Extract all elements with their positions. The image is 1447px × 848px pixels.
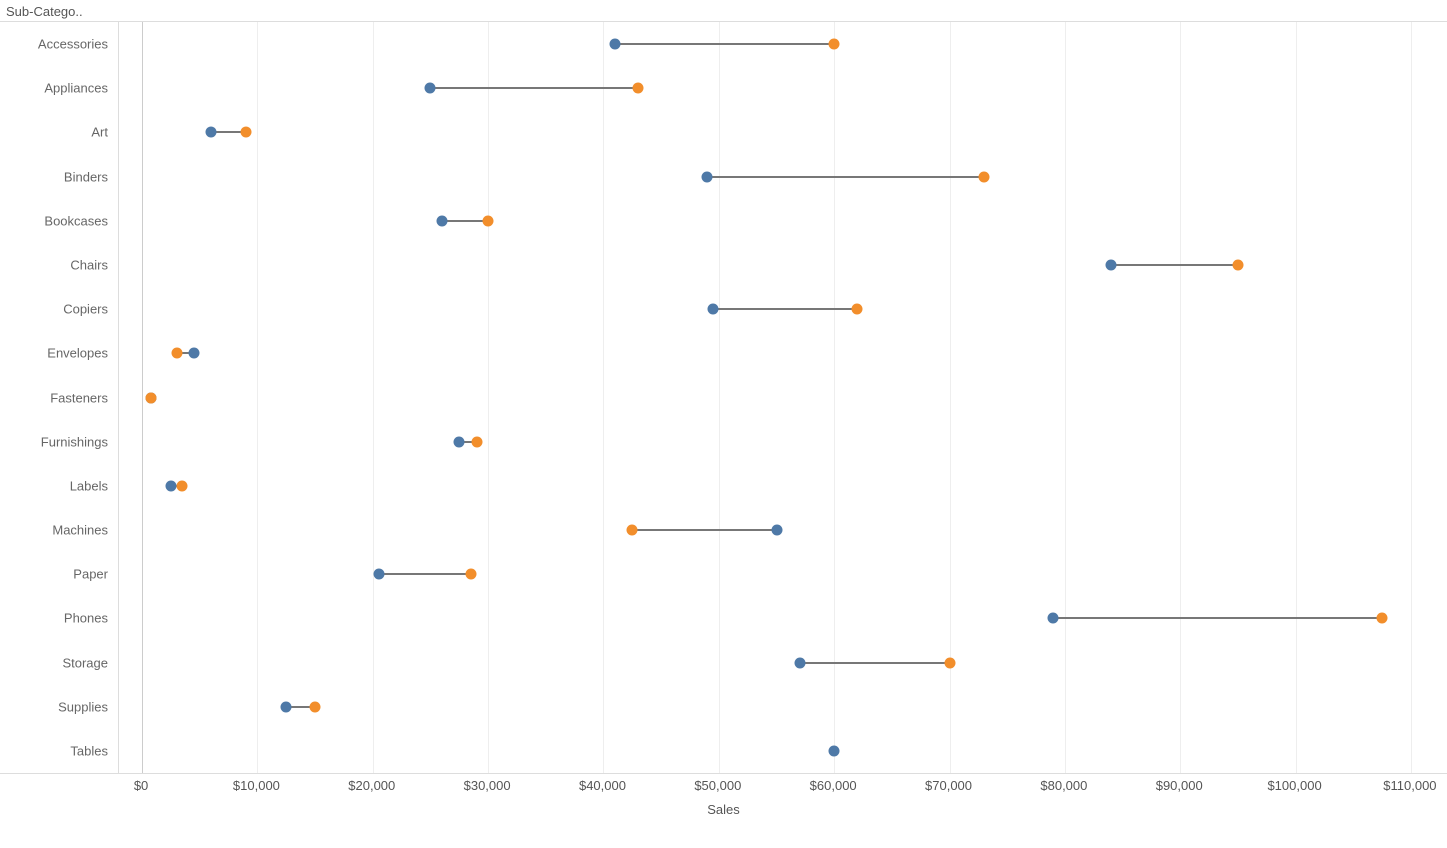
row-label: Paper — [0, 567, 118, 582]
row-label: Appliances — [0, 81, 118, 96]
row-label: Art — [0, 125, 118, 140]
x-tick-label: $100,000 — [1255, 778, 1335, 793]
blue-dot — [829, 745, 840, 756]
connector — [1053, 617, 1382, 619]
gridline — [719, 22, 720, 773]
x-tick-label: $110,000 — [1370, 778, 1447, 793]
orange-dot — [483, 215, 494, 226]
blue-dot — [708, 304, 719, 315]
gridline — [142, 22, 143, 773]
orange-dot — [240, 127, 251, 138]
blue-dot — [436, 215, 447, 226]
row-label: Phones — [0, 611, 118, 626]
row-label: Machines — [0, 523, 118, 538]
orange-dot — [1377, 613, 1388, 624]
chart-root: Sub-Catego.. Sales $0 $10,000 $20,000 $30,0… — [0, 0, 1447, 848]
row-label: Accessories — [0, 37, 118, 52]
orange-dot — [852, 304, 863, 315]
row-label: Binders — [0, 169, 118, 184]
orange-dot — [146, 392, 157, 403]
x-axis-title: Sales — [0, 802, 1447, 817]
gridline — [1065, 22, 1066, 773]
blue-dot — [188, 348, 199, 359]
row-label: Envelopes — [0, 346, 118, 361]
x-tick-label: $10,000 — [216, 778, 296, 793]
blue-dot — [281, 701, 292, 712]
row-label: Chairs — [0, 257, 118, 272]
x-tick-label: $90,000 — [1139, 778, 1219, 793]
row-label: Tables — [0, 743, 118, 758]
row-label: Fasteners — [0, 390, 118, 405]
gridline — [603, 22, 604, 773]
blue-dot — [165, 480, 176, 491]
row-label: Copiers — [0, 302, 118, 317]
blue-dot — [1048, 613, 1059, 624]
row-label: Supplies — [0, 699, 118, 714]
connector — [430, 87, 638, 89]
orange-dot — [633, 83, 644, 94]
gridline — [1180, 22, 1181, 773]
blue-dot — [373, 569, 384, 580]
orange-dot — [627, 525, 638, 536]
bottom-rule — [0, 773, 1447, 774]
orange-dot — [829, 39, 840, 50]
blue-dot — [454, 436, 465, 447]
row-label: Bookcases — [0, 213, 118, 228]
orange-dot — [979, 171, 990, 182]
connector — [632, 529, 776, 531]
connector — [800, 662, 950, 664]
plot-area — [118, 22, 1434, 774]
blue-dot — [610, 39, 621, 50]
gridline — [257, 22, 258, 773]
blue-dot — [771, 525, 782, 536]
row-header-title: Sub-Catego.. — [2, 2, 87, 21]
connector — [713, 308, 857, 310]
blue-dot — [1106, 259, 1117, 270]
orange-dot — [465, 569, 476, 580]
gridline — [488, 22, 489, 773]
x-tick-label: $70,000 — [909, 778, 989, 793]
gridline — [834, 22, 835, 773]
gridline — [1411, 22, 1412, 773]
blue-dot — [425, 83, 436, 94]
blue-dot — [206, 127, 217, 138]
connector — [442, 220, 488, 222]
x-tick-label: $60,000 — [793, 778, 873, 793]
connector — [707, 176, 984, 178]
connector — [1111, 264, 1238, 266]
orange-dot — [944, 657, 955, 668]
row-label: Storage — [0, 655, 118, 670]
blue-dot — [702, 171, 713, 182]
orange-dot — [177, 480, 188, 491]
connector — [379, 573, 471, 575]
x-tick-label: $30,000 — [447, 778, 527, 793]
orange-dot — [471, 436, 482, 447]
gridline — [1296, 22, 1297, 773]
orange-dot — [171, 348, 182, 359]
gridline — [373, 22, 374, 773]
blue-dot — [794, 657, 805, 668]
x-tick-label: $0 — [101, 778, 181, 793]
orange-dot — [1232, 259, 1243, 270]
x-tick-label: $50,000 — [678, 778, 758, 793]
orange-dot — [310, 701, 321, 712]
row-label: Labels — [0, 478, 118, 493]
x-tick-label: $80,000 — [1024, 778, 1104, 793]
x-tick-label: $20,000 — [332, 778, 412, 793]
connector — [615, 43, 834, 45]
row-label: Furnishings — [0, 434, 118, 449]
x-tick-label: $40,000 — [562, 778, 642, 793]
